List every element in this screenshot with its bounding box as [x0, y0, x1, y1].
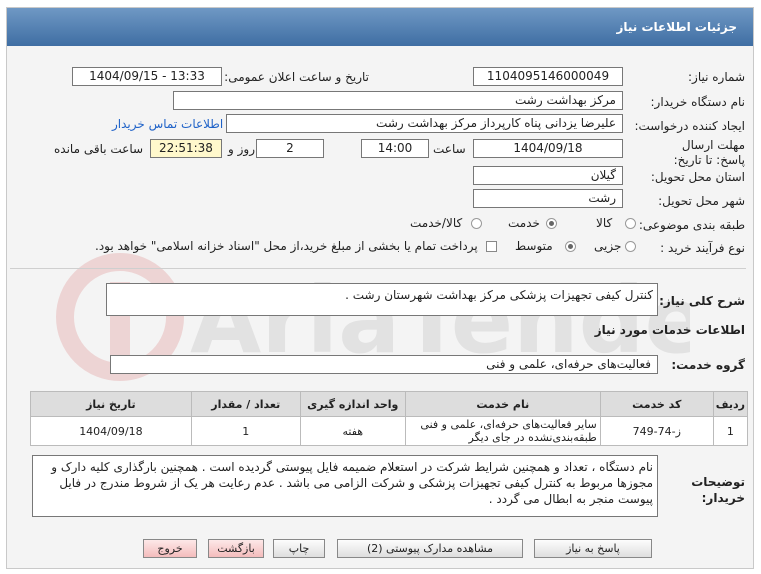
announce-datetime-field: 1404/09/15 - 13:33	[72, 67, 222, 86]
deadline-time-label: ساعت	[433, 142, 466, 156]
deadline-label: مهلت ارسال پاسخ: تا تاریخ:	[673, 138, 745, 167]
process-option-medium: متوسط	[515, 239, 553, 253]
cell-need-date: 1404/09/18	[30, 416, 192, 446]
page-title: جزئیات اطلاعات نیاز	[616, 20, 737, 34]
category-option-service: خدمت	[508, 216, 540, 230]
deadline-time-field: 14:00	[361, 139, 429, 158]
buyer-notes-textarea[interactable]: نام دستگاه ، تعداد و همچنین شرایط شرکت د…	[32, 455, 658, 517]
col-row-number: ردیف	[712, 391, 749, 417]
remaining-label: ساعت باقی مانده	[54, 142, 144, 156]
exit-button[interactable]: خروج	[143, 539, 197, 558]
cell-service-code: ز-74-749	[599, 416, 714, 446]
general-desc-textarea[interactable]: کنترل کیفی تجهیزات پزشکی مرکز بهداشت شهر…	[106, 283, 658, 316]
process-type-label: نوع فرآیند خرید :	[660, 241, 745, 255]
buyer-org-field: مرکز بهداشت رشت	[173, 91, 623, 110]
city-field: رشت	[473, 189, 623, 208]
cell-service-name: سایر فعالیت‌های حرفه‌ای، علمی و فنی طبقه…	[404, 416, 601, 446]
treasury-payment-note: پرداخت تمام یا بخشی از مبلغ خرید،از محل …	[95, 239, 478, 253]
attachments-button[interactable]: مشاهده مدارک پیوستی (2)	[337, 539, 523, 558]
table-header-row: ردیف کد خدمت نام خدمت واحد اندازه گیری ت…	[30, 391, 749, 417]
requester-field: علیرضا یزدانی پناه کارپرداز مرکز بهداشت …	[226, 114, 623, 133]
buyer-contact-link[interactable]: اطلاعات تماس خریدار	[112, 117, 223, 131]
col-service-name: نام خدمت	[404, 391, 601, 417]
col-quantity: تعداد / مقدار	[190, 391, 301, 417]
category-option-goods: کالا	[596, 216, 613, 230]
deadline-date-field: 1404/09/18	[473, 139, 623, 158]
back-button[interactable]: بازگشت	[208, 539, 264, 558]
city-label: شهر محل تحویل:	[658, 194, 745, 208]
buyer-notes-label: توضیحات خریدار:	[691, 475, 745, 505]
category-radio-goods-service[interactable]	[471, 218, 482, 229]
remaining-time-field: 22:51:38	[150, 139, 222, 158]
title-bar: جزئیات اطلاعات نیاز	[7, 8, 753, 46]
category-label: طبقه بندی موضوعی:	[638, 218, 745, 232]
days-field: 2	[256, 139, 324, 158]
category-option-goods-service: کالا/خدمت	[410, 216, 463, 230]
buyer-org-label: نام دستگاه خریدار:	[650, 95, 746, 109]
category-radio-goods[interactable]	[625, 218, 636, 229]
day-and-label: روز و	[228, 142, 255, 156]
process-radio-medium[interactable]	[565, 241, 576, 252]
reply-button[interactable]: پاسخ به نیاز	[534, 539, 652, 558]
general-desc-label: شرح کلی نیاز:	[659, 294, 745, 308]
print-button[interactable]: چاپ	[273, 539, 325, 558]
section-divider	[10, 268, 746, 269]
category-radio-service[interactable]	[546, 218, 557, 229]
table-row: 1 ز-74-749 سایر فعالیت‌های حرفه‌ای، علمی…	[30, 416, 749, 446]
requester-label: ایجاد کننده درخواست:	[634, 119, 745, 133]
services-table: ردیف کد خدمت نام خدمت واحد اندازه گیری ت…	[30, 391, 749, 446]
cell-row-number: 1	[712, 416, 749, 446]
col-need-date: تاریخ نیاز	[30, 391, 192, 417]
services-info-heading: اطلاعات خدمات مورد نیاز	[594, 323, 745, 337]
service-group-label: گروه خدمت:	[671, 358, 745, 372]
need-number-field: 1104095146000049	[473, 67, 623, 86]
col-unit: واحد اندازه گیری	[299, 391, 406, 417]
col-service-code: کد خدمت	[599, 391, 714, 417]
cell-unit: هفته	[299, 416, 406, 446]
need-number-label: شماره نیاز:	[688, 70, 745, 84]
announce-datetime-label: تاریخ و ساعت اعلان عمومی:	[224, 70, 369, 84]
province-label: استان محل تحویل:	[650, 170, 745, 184]
service-group-field: فعالیت‌های حرفه‌ای، علمی و فنی	[110, 355, 658, 374]
province-field: گیلان	[473, 166, 623, 185]
cell-quantity: 1	[190, 416, 301, 446]
process-radio-minor[interactable]	[625, 241, 636, 252]
process-option-minor: جزیی	[594, 239, 622, 253]
treasury-payment-checkbox[interactable]	[486, 241, 497, 252]
